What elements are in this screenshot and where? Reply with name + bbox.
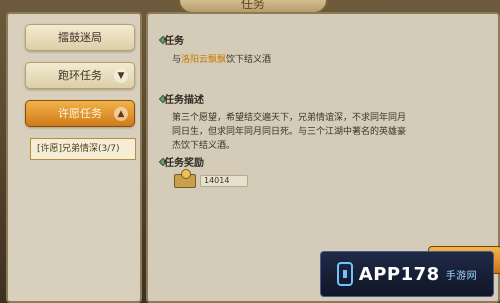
description-line: 第三个愿望，希望结交遍天下，兄弟情谊深，不求同年同月 — [172, 113, 407, 123]
task-objective: 与洛阳云飘飘饮下结义酒 — [172, 52, 271, 65]
tab-paohuan-renwu[interactable]: 跑环任务 ▼ — [25, 62, 135, 89]
task-section-title: 任务 — [164, 36, 184, 47]
tab-xuyuan-renwu[interactable]: 许愿任务 ▲ — [25, 100, 135, 127]
chevron-down-icon: ▼ — [114, 69, 128, 83]
chevron-up-icon: ▲ — [114, 107, 128, 121]
tab-leigu-mijv[interactable]: 擂鼓迷局 — [25, 24, 135, 51]
task-suffix: 饮下结义酒 — [226, 55, 272, 65]
task-prefix: 与 — [172, 55, 182, 65]
description-line: 杰饮下结义酒。 — [172, 141, 236, 151]
game-window: 任务 擂鼓迷局 跑环任务 ▼ 许愿任务 ▲ [许愿]兄弟情深(3/7) 任务 与… — [0, 0, 500, 303]
tab-label: 跑环任务 — [58, 69, 102, 82]
gold-ingot-icon — [174, 169, 196, 188]
description-line: 同日生，但求同年同月同日死。与三个江湖中著名的英雄豪 — [172, 127, 407, 137]
site-watermark: APP178 手游网 — [320, 251, 494, 297]
watermark-text: APP178 — [358, 263, 440, 285]
reward-amount: 14014 — [200, 175, 248, 187]
tab-label: 许愿任务 — [58, 107, 102, 120]
description-section-title: 任务描述 — [164, 95, 204, 106]
watermark-sub: 手游网 — [445, 270, 478, 282]
phone-icon — [336, 262, 353, 286]
npc-name-link[interactable]: 洛阳云飘飘 — [181, 55, 226, 65]
tab-label: 擂鼓迷局 — [58, 31, 102, 44]
sidebar-subitem-brotherhood[interactable]: [许愿]兄弟情深(3/7) — [30, 138, 136, 160]
reward-section-title: 任务奖励 — [164, 158, 204, 169]
task-sidebar: 擂鼓迷局 跑环任务 ▼ 许愿任务 ▲ [许愿]兄弟情深(3/7) — [6, 12, 142, 303]
